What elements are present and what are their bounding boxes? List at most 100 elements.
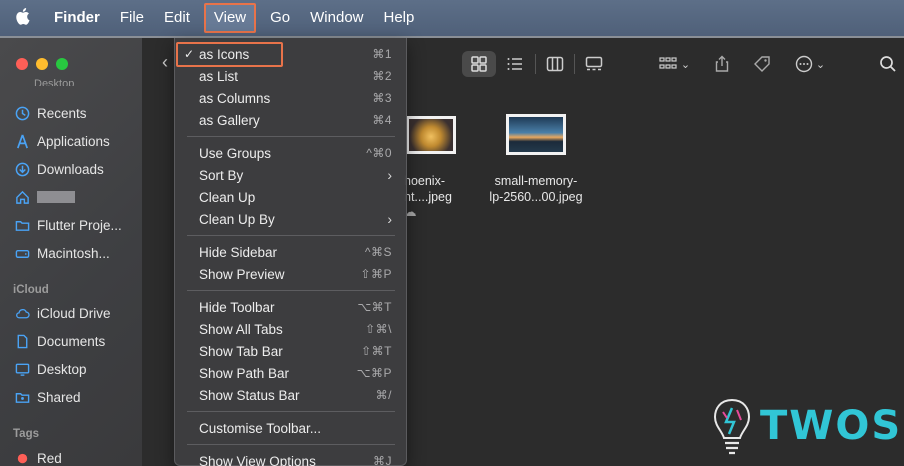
group-grid-icon (659, 57, 677, 69)
menu-item-sort-by[interactable]: Sort By › (175, 164, 406, 186)
sidebar: Desktop Recents Applications Downloads F… (0, 38, 142, 466)
shortcut-label: ⌘J (373, 454, 392, 466)
sidebar-item-shared[interactable]: Shared (14, 386, 81, 408)
menu-item-label: Use Groups (199, 145, 272, 161)
sidebar-item-applications[interactable]: Applications (14, 130, 110, 152)
gallery-view-button[interactable] (579, 51, 609, 77)
sidebar-item-label: Downloads (37, 161, 104, 177)
menu-item-as-columns[interactable]: as Columns ⌘3 (175, 87, 406, 109)
sidebar-item-label: Desktop (37, 361, 87, 377)
action-menu-button[interactable]: ⌄ (790, 51, 830, 77)
menu-item-clean-up[interactable]: Clean Up (175, 186, 406, 208)
menu-item-show-status-bar[interactable]: Show Status Bar ⌘/ (175, 384, 406, 406)
close-button[interactable] (16, 58, 28, 70)
menu-item-show-path-bar[interactable]: Show Path Bar ⌥⌘P (175, 362, 406, 384)
sidebar-item-flutter-projects[interactable]: Flutter Proje... (14, 214, 122, 236)
share-button[interactable] (708, 51, 736, 77)
menu-item-hide-sidebar[interactable]: Hide Sidebar ^⌘S (175, 241, 406, 263)
sidebar-item-label: Macintosh... (37, 245, 110, 261)
menu-edit[interactable]: Edit (154, 0, 200, 36)
back-chevron-icon[interactable]: ‹ (162, 52, 168, 73)
sidebar-section-icloud: iCloud (13, 284, 49, 296)
menu-window[interactable]: Window (300, 0, 373, 36)
menu-item-use-groups[interactable]: Use Groups ^⌘0 (175, 142, 406, 164)
cloud-icon (14, 306, 31, 321)
window-controls (16, 58, 68, 70)
menu-item-label: Show Path Bar (199, 365, 290, 381)
menu-help[interactable]: Help (374, 0, 425, 36)
menu-go[interactable]: Go (260, 0, 300, 36)
home-icon (14, 190, 31, 205)
column-view-button[interactable] (540, 51, 570, 77)
menu-item-show-preview[interactable]: Show Preview ⇧⌘P (175, 263, 406, 285)
search-icon (880, 56, 896, 72)
menu-item-show-all-tabs[interactable]: Show All Tabs ⇧⌘\ (175, 318, 406, 340)
share-icon (715, 55, 729, 72)
menu-item-label: Show Status Bar (199, 387, 300, 403)
list-view-button[interactable] (500, 51, 530, 77)
shortcut-label: ⌘4 (372, 113, 392, 127)
menu-separator (187, 290, 395, 291)
shared-folder-icon (14, 390, 31, 405)
menu-item-label: Show Preview (199, 266, 285, 282)
shortcut-label: ^⌘S (364, 245, 392, 259)
sidebar-item-macintosh[interactable]: Macintosh... (14, 242, 110, 264)
sidebar-item-label: Recents (37, 105, 87, 121)
file-thumbnail-small-memory[interactable] (506, 114, 566, 155)
sidebar-item-recents[interactable]: Recents (14, 102, 87, 124)
file-name-line1: hoenix- (404, 174, 445, 188)
red-tag-dot-icon (14, 451, 31, 466)
file-item-small-memory[interactable]: small-memory- lp-2560...00.jpeg (468, 174, 604, 204)
sidebar-tag-red[interactable]: Red (14, 447, 62, 466)
menu-item-customise-toolbar[interactable]: Customise Toolbar... (175, 417, 406, 439)
zoom-button[interactable] (56, 58, 68, 70)
sidebar-item-documents[interactable]: Documents (14, 330, 105, 352)
menu-item-label: as Gallery (199, 112, 260, 128)
sidebar-item-label: Applications (37, 133, 110, 149)
menu-item-as-gallery[interactable]: as Gallery ⌘4 (175, 109, 406, 131)
menu-item-as-list[interactable]: as List ⌘2 (175, 65, 406, 87)
submenu-chevron-icon: › (387, 211, 392, 227)
file-thumbnail-phoenix[interactable] (406, 116, 456, 154)
search-button[interactable] (876, 51, 900, 77)
sidebar-item-home[interactable] (14, 186, 75, 208)
sidebar-item-label: Shared (37, 389, 81, 405)
file-item-phoenix[interactable]: hoenix- nt....jpeg ☁ (404, 174, 464, 219)
shortcut-label: ⌥⌘T (357, 300, 392, 314)
sidebar-item-icloud-drive[interactable]: iCloud Drive (14, 302, 111, 324)
menu-separator (187, 136, 395, 137)
sidebar-item-label: Documents (37, 333, 106, 349)
menu-item-show-view-options[interactable]: Show View Options ⌘J (175, 450, 406, 466)
list-icon (507, 58, 522, 70)
minimize-button[interactable] (36, 58, 48, 70)
sidebar-item-desktop[interactable]: Desktop (14, 358, 87, 380)
apple-menu-icon[interactable] (0, 7, 44, 30)
menu-item-label: Hide Toolbar (199, 299, 275, 315)
menu-item-hide-toolbar[interactable]: Hide Toolbar ⌥⌘T (175, 296, 406, 318)
shortcut-label: ⇧⌘P (360, 267, 392, 281)
gallery-icon (585, 56, 603, 71)
menu-separator (187, 411, 395, 412)
icon-view-button[interactable] (462, 51, 496, 77)
lightbulb-icon (713, 398, 751, 455)
document-icon (14, 334, 31, 349)
toolbar-divider (535, 54, 536, 74)
file-name-line2: nt....jpeg (404, 190, 452, 204)
menu-item-label: as List (199, 68, 239, 84)
sidebar-section-tags: Tags (13, 428, 39, 440)
sidebar-item-downloads[interactable]: Downloads (14, 158, 104, 180)
sidebar-item-label: Flutter Proje... (37, 217, 122, 233)
menu-item-label: Sort By (199, 167, 244, 183)
tags-button[interactable] (748, 51, 776, 77)
menu-finder[interactable]: Finder (44, 0, 110, 36)
group-by-button[interactable]: ⌄ (652, 51, 696, 77)
menu-item-label: as Columns (199, 90, 271, 106)
clock-icon (14, 106, 31, 121)
menu-item-show-tab-bar[interactable]: Show Tab Bar ⇧⌘T (175, 340, 406, 362)
watermark-text: TWOS (760, 403, 903, 449)
menu-file[interactable]: File (110, 0, 154, 36)
submenu-chevron-icon: › (387, 167, 392, 183)
menu-item-as-icons[interactable]: ✓ as Icons ⌘1 (175, 43, 406, 65)
menu-item-clean-up-by[interactable]: Clean Up By › (175, 208, 406, 230)
menu-view[interactable]: View (203, 3, 257, 33)
